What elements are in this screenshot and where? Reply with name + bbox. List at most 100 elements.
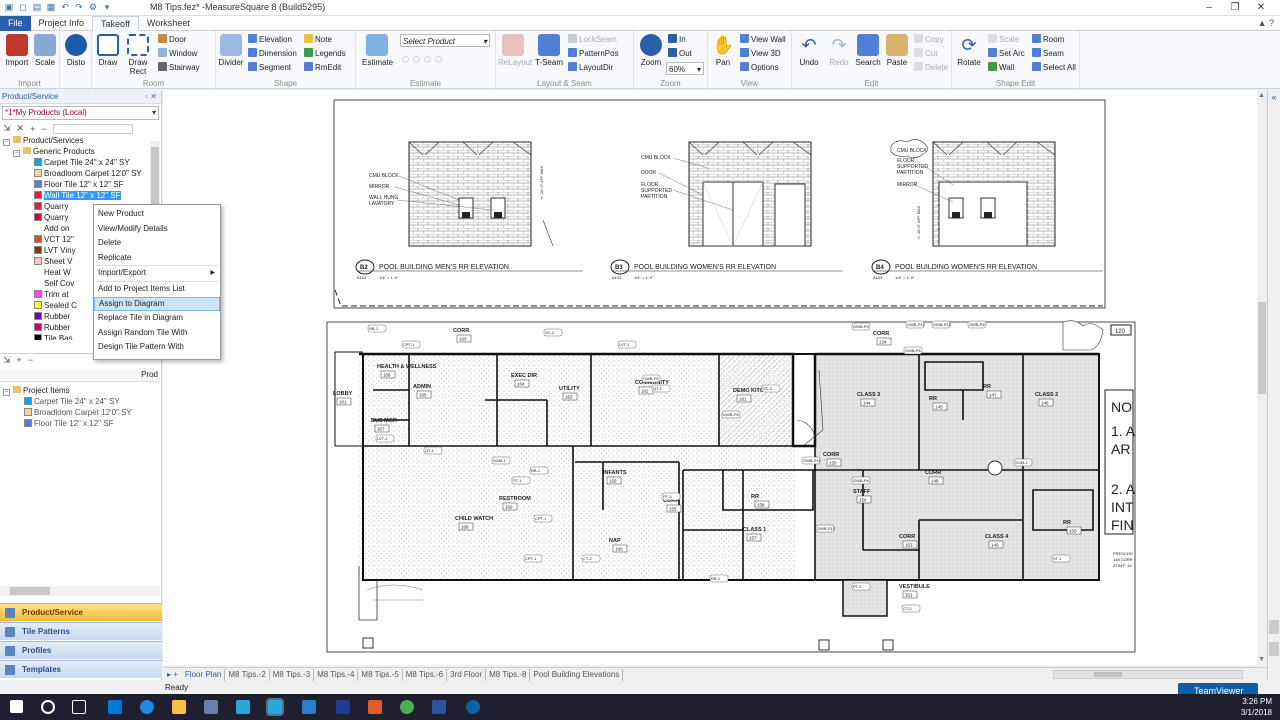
vertical-scrollbar[interactable]: ▲ ▼ xyxy=(1257,90,1267,665)
tab-project-info[interactable]: Project Info xyxy=(31,16,93,31)
lockseam-button[interactable]: LockSeam xyxy=(568,33,617,46)
undo-icon[interactable]: ↶ xyxy=(60,2,70,12)
product-item[interactable]: Floor Tile 12" x 12" SF xyxy=(0,179,161,190)
divider-button[interactable]: Divider xyxy=(216,34,246,67)
menu-delete[interactable]: Delete xyxy=(94,236,220,251)
estimate-button[interactable]: Estimate xyxy=(362,34,393,67)
store-icon[interactable] xyxy=(108,700,122,714)
product-item[interactable]: Carpet Tile 24" x 24" SY xyxy=(0,157,161,168)
sheet-tab-3rd-floor[interactable]: 3rd Floor xyxy=(447,668,487,681)
remove-icon[interactable]: − xyxy=(28,355,33,365)
menu-new-product[interactable]: New Product xyxy=(94,207,220,222)
window-button[interactable]: Window xyxy=(158,47,197,60)
menu-view-modify-details[interactable]: View/Modify Details xyxy=(94,222,220,237)
tab-takeoff[interactable]: Takeoff xyxy=(92,15,139,31)
note-button[interactable]: Note xyxy=(304,33,332,46)
seam-button[interactable]: Seam xyxy=(1032,47,1064,60)
tree-group[interactable]: − Generic Products xyxy=(0,146,161,157)
chevron-down-icon[interactable]: ▾ xyxy=(102,2,112,12)
zoom-button[interactable]: Zoom xyxy=(636,34,666,67)
app-icon-2[interactable] xyxy=(302,700,316,714)
drawing-canvas[interactable]: CMU BLOCK MIRROR WALL HUNG LAVATORY +/- … xyxy=(163,90,1257,665)
segment-button[interactable]: Segment xyxy=(248,61,291,74)
project-item[interactable]: Carpet Tile 24" x 24" SY xyxy=(0,396,160,407)
project-item[interactable]: Floor Tile 12" x 12" SF xyxy=(0,418,160,429)
drawing-svg[interactable]: CMU BLOCK MIRROR WALL HUNG LAVATORY +/- … xyxy=(163,90,1257,665)
measuresquare-active-icon[interactable] xyxy=(266,698,284,716)
filter-icon[interactable]: ⇲ xyxy=(3,355,11,366)
redo-button[interactable]: ↷ Redo xyxy=(824,34,854,67)
undo-button[interactable]: ↶ Undo xyxy=(794,34,824,67)
zoom-in-side-icon[interactable] xyxy=(1269,620,1279,634)
app-icon-4[interactable] xyxy=(368,700,382,714)
product-library-dropdown[interactable]: *1*My Products (Local) ▾ xyxy=(2,106,159,120)
patternpos-button[interactable]: PatternPos xyxy=(568,47,619,60)
relayout-button[interactable]: ReLayout xyxy=(498,34,532,67)
sheet-tab-5[interactable]: M8 Tips.-5 xyxy=(358,668,403,681)
zoom-in-button[interactable]: In xyxy=(668,33,686,46)
draw-rect-button[interactable]: Draw Rect xyxy=(123,34,153,76)
open-icon[interactable]: ▤ xyxy=(32,2,42,12)
horizontal-scrollbar[interactable] xyxy=(0,586,160,596)
tree-root[interactable]: − Product/Services xyxy=(0,135,161,146)
minimize-button[interactable]: – xyxy=(1196,0,1222,15)
scale-button[interactable]: Scale xyxy=(30,34,60,67)
sheet-tab-6[interactable]: M8 Tips.-6 xyxy=(403,668,448,681)
cut-button[interactable]: Cut xyxy=(914,47,937,60)
chrome-icon[interactable] xyxy=(400,700,414,714)
pin-icon[interactable]: ▫ ✕ xyxy=(145,90,157,104)
filter-icon[interactable]: ⇲ xyxy=(3,123,11,134)
view-wall-button[interactable]: View Wall xyxy=(740,33,786,46)
measuresquare-icon[interactable] xyxy=(236,700,250,714)
menu-assign-to-diagram[interactable]: Assign to Diagram xyxy=(94,296,220,312)
menu-import-export[interactable]: Import/Export ▶ xyxy=(94,266,220,281)
app-icon[interactable]: ▣ xyxy=(4,2,14,12)
search-button[interactable]: Search xyxy=(853,34,883,67)
draw-button[interactable]: Draw xyxy=(93,34,123,67)
sheet-tab-2[interactable]: M8 Tips.-2 xyxy=(225,668,270,681)
maximize-button[interactable]: ❐ xyxy=(1222,0,1248,15)
product-item[interactable]: Broadloom Carpet 12'0" SY xyxy=(0,168,161,179)
elevation-button[interactable]: Elevation xyxy=(248,33,292,46)
settings-icon[interactable]: ⚙ xyxy=(88,2,98,12)
sheet-tab-floor-plan[interactable]: Floor Plan xyxy=(182,668,226,681)
add-sheet-icon[interactable]: ▸ + xyxy=(163,670,182,679)
rmedit-button[interactable]: RmEdit xyxy=(304,61,341,74)
nav-product-service[interactable]: Product/Service xyxy=(0,603,162,621)
room-button[interactable]: Room xyxy=(1032,33,1064,46)
product-item[interactable]: Wall Tile 12" x 12" SF xyxy=(0,190,161,201)
copy-button[interactable]: Copy xyxy=(914,33,944,46)
select-product-dropdown[interactable]: Select Product ▾ xyxy=(400,34,490,47)
dimension-button[interactable]: Dimension xyxy=(248,47,297,60)
collapse-icon[interactable]: − xyxy=(3,139,10,146)
windows-start-icon[interactable] xyxy=(10,700,23,713)
view-3d-button[interactable]: View 3D xyxy=(740,47,781,60)
nav-tile-patterns[interactable]: Tile Patterns xyxy=(0,622,162,640)
zoom-level-input[interactable]: 60% ▾ xyxy=(666,62,704,75)
scroll-up-icon[interactable]: ▲ xyxy=(1258,92,1265,99)
scroll-down-icon[interactable]: ▼ xyxy=(1258,656,1265,663)
sheet-tab-4[interactable]: M8 Tips.-4 xyxy=(314,668,359,681)
tab-worksheet[interactable]: Worksheet xyxy=(139,16,198,31)
sheet-tab-8[interactable]: M8 Tips.-8 xyxy=(486,668,531,681)
close-icon[interactable]: ✕ xyxy=(17,123,25,134)
disto-button[interactable]: Disto xyxy=(61,34,91,67)
column-header[interactable]: Prod xyxy=(0,370,160,382)
system-clock[interactable]: 3:26 PM 3/1/2018 xyxy=(1241,696,1272,718)
expand-panel-icon[interactable]: « xyxy=(1268,92,1280,102)
legends-button[interactable]: Legends xyxy=(304,47,346,60)
scroll-thumb[interactable] xyxy=(1258,302,1266,394)
redo-icon[interactable]: ↷ xyxy=(74,2,84,12)
tseam-button[interactable]: T-Seam xyxy=(534,34,564,67)
set-arc-button[interactable]: Set Arc xyxy=(988,47,1025,60)
import-button[interactable]: Import xyxy=(2,34,32,67)
stairway-button[interactable]: Stairway xyxy=(158,61,200,74)
zoom-out-side-icon[interactable] xyxy=(1269,642,1279,656)
scroll-thumb[interactable] xyxy=(1094,672,1122,677)
canvas-horizontal-scrollbar[interactable] xyxy=(1053,670,1243,679)
menu-add-to-project-items[interactable]: Add to Project Items List xyxy=(94,282,220,297)
remove-icon[interactable]: − xyxy=(41,124,46,134)
pan-button[interactable]: ✋ Pan xyxy=(708,34,738,67)
collapse-icon[interactable]: − xyxy=(13,150,20,157)
scale-tool-button[interactable]: Scale xyxy=(988,33,1019,46)
